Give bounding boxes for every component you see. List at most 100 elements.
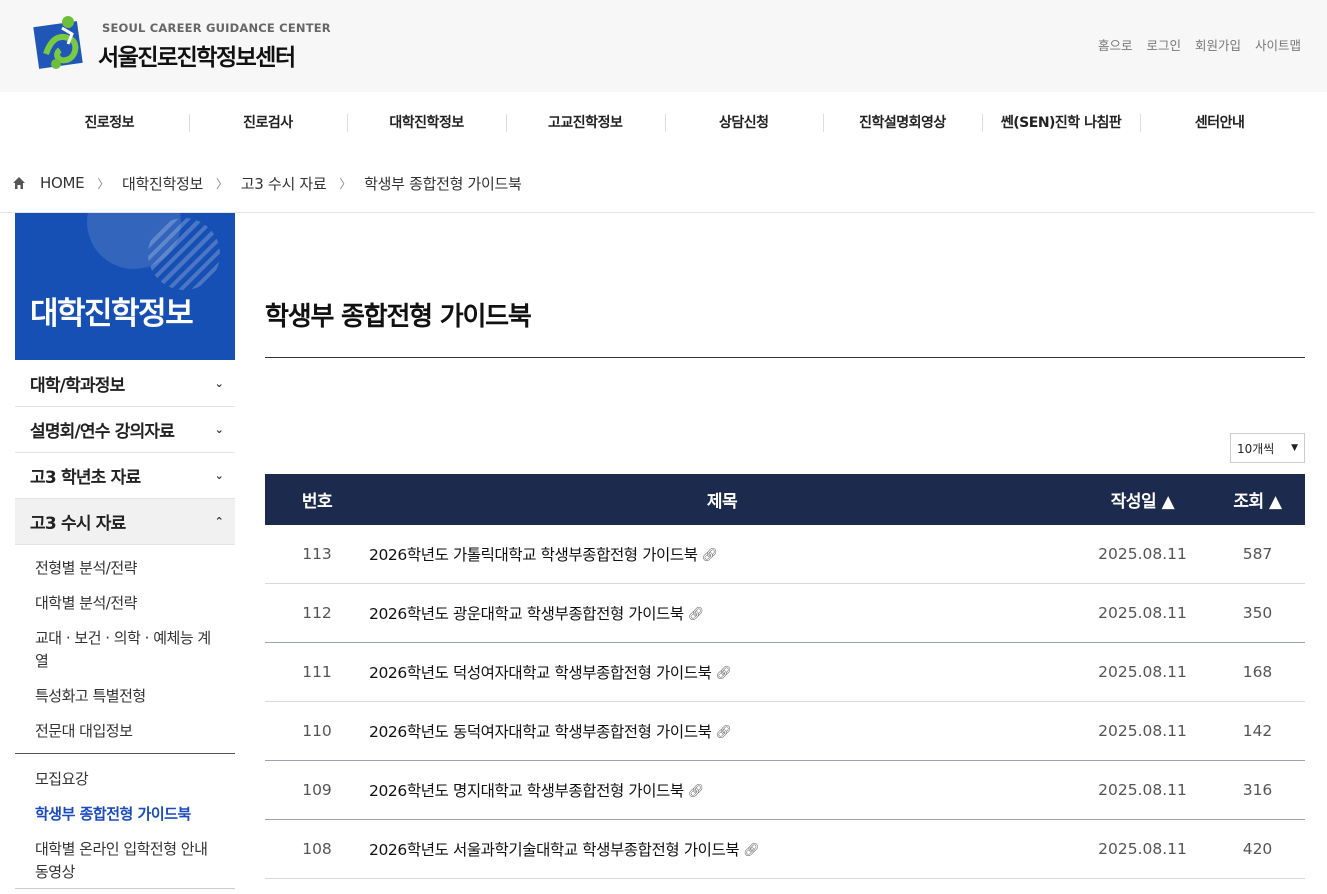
row-date: 2025.08.11 — [1098, 840, 1187, 858]
submenu-guidebook-active[interactable]: 학생부 종합전형 가이드북 — [15, 797, 235, 832]
title-divider — [265, 357, 1305, 358]
row-title-cell[interactable]: 2026학년도 가톨릭대학교 학생부종합전형 가이드북 🔗︎ — [369, 543, 1075, 565]
row-number: 110 — [302, 722, 332, 740]
row-views: 168 — [1242, 663, 1273, 681]
table-row[interactable]: 112 2026학년도 광운대학교 학생부종합전형 가이드북 🔗︎ 2025.08… — [265, 584, 1305, 643]
main-navigation: 진로정보 진로검사 대학진학정보 고교진학정보 상담신청 진학설명회영상 쎈(S… — [30, 106, 1299, 140]
logo-korean-text: 서울진로진학정보센터 — [98, 45, 296, 71]
row-number: 111 — [302, 663, 332, 681]
logo-english-text: SEOUL CAREER GUIDANCE CENTER — [102, 21, 331, 35]
table-row[interactable]: 111 2026학년도 덕성여자대학교 학생부종합전형 가이드북 🔗︎ 2025.… — [265, 643, 1305, 702]
submenu-online-video[interactable]: 대학별 온라인 입학전형 안내 동영상 — [15, 832, 235, 890]
attachment-icon: 🔗︎ — [701, 548, 719, 563]
submenu-univ-analysis[interactable]: 대학별 분석/전략 — [15, 586, 235, 621]
row-date: 2025.08.11 — [1098, 604, 1187, 622]
row-title[interactable]: 2026학년도 가톨릭대학교 학생부종합전형 가이드북 — [369, 546, 698, 564]
row-title[interactable]: 2026학년도 동덕여자대학교 학생부종합전형 가이드북 — [369, 723, 712, 741]
chevron-down-icon: ⌄ — [214, 469, 224, 482]
header-views-sort[interactable]: 조회 ▲ — [1210, 487, 1305, 512]
per-page-select[interactable]: 10개씩 ▼ — [1230, 433, 1305, 463]
breadcrumb-home[interactable]: HOME — [40, 174, 85, 192]
attachment-icon: 🔗︎ — [743, 843, 760, 858]
table-row[interactable]: 109 2026학년도 명지대학교 학생부종합전형 가이드북 🔗︎ 2025.08… — [265, 761, 1305, 820]
row-number: 108 — [302, 840, 332, 858]
table-row[interactable]: 110 2026학년도 동덕여자대학교 학생부종합전형 가이드북 🔗︎ 2025.… — [265, 702, 1305, 761]
sidebar-item-label: 고3 학년초 자료 — [30, 468, 141, 488]
submenu-special-fields[interactable]: 교대 · 보건 · 의학 · 예체능 계열 — [15, 621, 235, 679]
table-body: 113 2026학년도 가톨릭대학교 학생부종합전형 가이드북 🔗︎ 2025.0… — [265, 525, 1305, 879]
submenu-college-info[interactable]: 전문대 대입정보 — [15, 714, 235, 749]
chevron-down-icon: ⌄ — [214, 377, 224, 390]
page-title: 학생부 종합전형 가이드북 — [265, 302, 532, 332]
sidebar-banner: 대학진학정보 — [15, 213, 235, 360]
attachment-icon: 🔗︎ — [715, 666, 733, 681]
home-icon — [13, 177, 25, 189]
table-row[interactable]: 108 2026학년도 서울과학기술대학교 학생부종합전형 가이드북 🔗︎ 202… — [265, 820, 1305, 879]
row-title-cell[interactable]: 2026학년도 동덕여자대학교 학생부종합전형 가이드북 🔗︎ — [369, 720, 1075, 742]
breadcrumb-current: 학생부 종합전형 가이드북 — [364, 174, 522, 193]
row-title-cell[interactable]: 2026학년도 덕성여자대학교 학생부종합전형 가이드북 🔗︎ — [369, 661, 1075, 683]
row-views: 350 — [1242, 604, 1273, 622]
sidebar-item-university-dept[interactable]: 대학/학과정보 ⌄ — [15, 361, 235, 407]
row-date: 2025.08.11 — [1098, 781, 1187, 799]
row-views: 142 — [1242, 722, 1273, 740]
header-date-sort[interactable]: 작성일 ▲ — [1075, 487, 1210, 512]
chevron-right-icon: 〉 — [216, 176, 228, 191]
chevron-down-icon: ⌄ — [214, 423, 224, 436]
nav-career-info[interactable]: 진로정보 — [30, 106, 189, 140]
sidebar-title: 대학진학정보 — [30, 296, 194, 332]
row-title[interactable]: 2026학년도 광운대학교 학생부종합전형 가이드북 — [369, 605, 684, 623]
table-header: 번호 제목 작성일 ▲ 조회 ▲ — [265, 474, 1305, 525]
site-header: SEOUL CAREER GUIDANCE CENTER 서울진로진학정보센터 … — [0, 0, 1327, 92]
nav-sen-compass[interactable]: 쎈(SEN)진학 나침판 — [981, 106, 1141, 140]
nav-counseling[interactable]: 상담신청 — [664, 106, 824, 140]
chevron-right-icon: 〉 — [339, 176, 352, 191]
site-logo[interactable]: SEOUL CAREER GUIDANCE CENTER 서울진로진학정보센터 — [32, 14, 331, 74]
row-title-cell[interactable]: 2026학년도 명지대학교 학생부종합전형 가이드북 🔗︎ — [369, 779, 1075, 801]
row-title[interactable]: 2026학년도 서울과학기술대학교 학생부종합전형 가이드북 — [369, 841, 740, 859]
row-date: 2025.08.11 — [1098, 722, 1187, 740]
sidebar-item-briefing-materials[interactable]: 설명회/연수 강의자료 ⌄ — [15, 407, 235, 453]
sidebar-item-label: 대학/학과정보 — [30, 376, 125, 396]
submenu-group2: 모집요강 학생부 종합전형 가이드북 대학별 온라인 입학전형 안내 동영상 — [15, 760, 235, 890]
submenu-type-analysis[interactable]: 전형별 분석/전략 — [15, 551, 235, 586]
logo-icon — [33, 16, 83, 69]
row-title-cell[interactable]: 2026학년도 광운대학교 학생부종합전형 가이드북 🔗︎ — [369, 602, 1075, 624]
submenu-vocational-hs[interactable]: 특성화고 특별전형 — [15, 679, 235, 714]
board-table: 번호 제목 작성일 ▲ 조회 ▲ 113 2026학년도 가톨릭대학교 학생부종… — [265, 474, 1305, 879]
chevron-right-icon: 〉 — [97, 176, 110, 191]
attachment-icon: 🔗︎ — [687, 784, 705, 799]
nav-university-info[interactable]: 대학진학정보 — [347, 106, 506, 140]
breadcrumb: HOME 〉 대학진학정보 〉 고3 수시 자료 〉 학생부 종합전형 가이드북 — [12, 170, 522, 196]
row-title[interactable]: 2026학년도 덕성여자대학교 학생부종합전형 가이드북 — [369, 664, 712, 682]
breadcrumb-level2[interactable]: 고3 수시 자료 — [241, 173, 327, 194]
nav-career-test[interactable]: 진로검사 — [188, 106, 348, 140]
row-number: 113 — [302, 545, 332, 563]
home-link[interactable]: 홈으로 — [1098, 35, 1133, 54]
row-number: 112 — [302, 604, 332, 622]
per-page-value: 10개씩 — [1237, 441, 1275, 456]
sidebar-submenu: 전형별 분석/전략 대학별 분석/전략 교대 · 보건 · 의학 · 예체능 계… — [15, 545, 235, 890]
row-title-cell[interactable]: 2026학년도 서울과학기술대학교 학생부종합전형 가이드북 🔗︎ — [369, 838, 1075, 860]
table-row[interactable]: 113 2026학년도 가톨릭대학교 학생부종합전형 가이드북 🔗︎ 2025.0… — [265, 525, 1305, 584]
nav-briefing-video[interactable]: 진학설명회영상 — [823, 106, 982, 140]
submenu-divider — [15, 753, 235, 754]
row-number: 109 — [302, 781, 332, 799]
login-link[interactable]: 로그인 — [1146, 35, 1181, 54]
dropdown-arrow-icon: ▼ — [1291, 443, 1298, 453]
row-views: 316 — [1242, 781, 1273, 799]
sidebar-item-g3-susi[interactable]: 고3 수시 자료 ⌃ — [15, 499, 235, 545]
sidebar-item-label: 설명회/연수 강의자료 — [30, 422, 175, 442]
breadcrumb-level1[interactable]: 대학진학정보 — [122, 173, 203, 194]
utility-links: 홈으로 로그인 회원가입 사이트맵 — [1098, 35, 1301, 54]
submenu-admission-guide[interactable]: 모집요강 — [15, 762, 235, 797]
row-views: 587 — [1242, 545, 1273, 563]
sidebar-item-g3-early-year[interactable]: 고3 학년초 자료 ⌄ — [15, 453, 235, 499]
sitemap-link[interactable]: 사이트맵 — [1255, 35, 1301, 54]
sidebar-item-label: 고3 수시 자료 — [30, 514, 126, 534]
row-title[interactable]: 2026학년도 명지대학교 학생부종합전형 가이드북 — [369, 782, 684, 800]
sidebar-menu: 대학/학과정보 ⌄ 설명회/연수 강의자료 ⌄ 고3 학년초 자료 ⌄ 고3 수… — [15, 361, 235, 890]
signup-link[interactable]: 회원가입 — [1195, 35, 1241, 54]
nav-center-info[interactable]: 센터안내 — [1140, 106, 1299, 140]
nav-highschool-info[interactable]: 고교진학정보 — [505, 106, 665, 140]
